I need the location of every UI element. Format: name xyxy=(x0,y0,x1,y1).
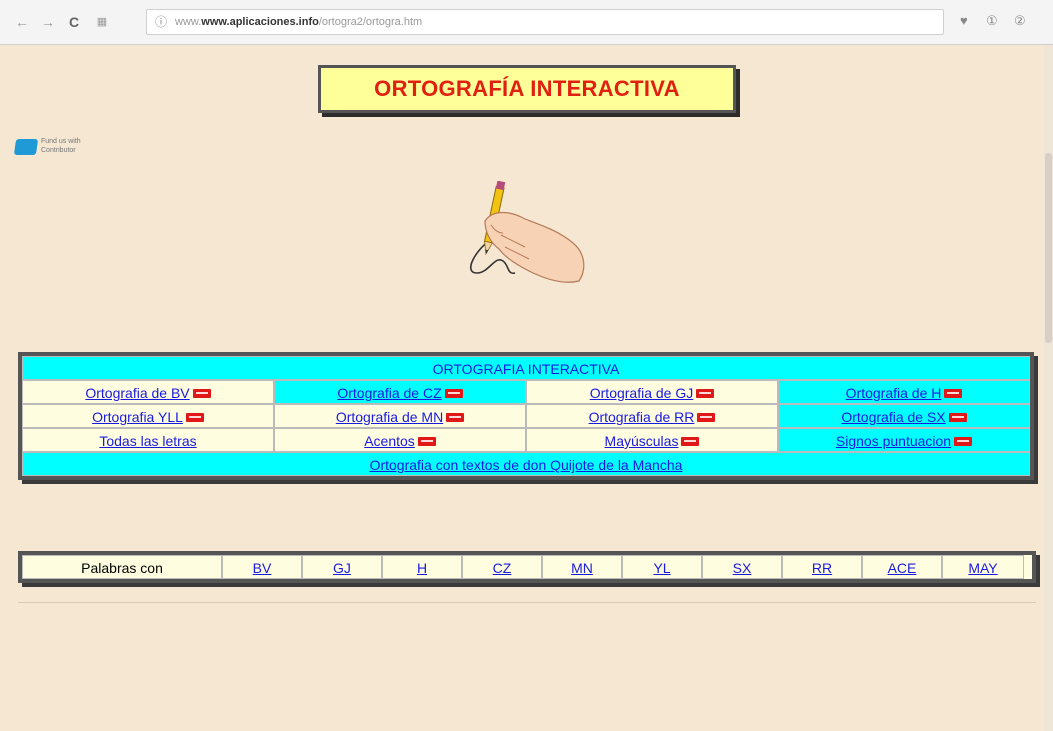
divider xyxy=(18,602,1036,603)
new-badge-icon xyxy=(192,388,211,398)
ortografia-table: ORTOGRAFIA INTERACTIVA Ortografia de BV … xyxy=(18,352,1034,480)
contributor-badge[interactable]: Fund us with Contributor xyxy=(13,133,107,161)
link-ortografia-bv[interactable]: Ortografia de BV xyxy=(85,385,189,401)
apps-icon[interactable]: ▦ xyxy=(94,14,110,30)
link-word-bv[interactable]: BV xyxy=(253,560,272,576)
table-header[interactable]: ORTOGRAFIA INTERACTIVA xyxy=(22,356,1030,380)
extension-icon[interactable]: ① xyxy=(986,13,998,29)
table-footer-row: Ortografia con textos de don Quijote de … xyxy=(22,452,1030,476)
cell-word-ace: ACE xyxy=(862,555,942,579)
new-badge-icon xyxy=(944,388,963,398)
cell-todas-letras: Todas las letras xyxy=(22,428,274,452)
link-word-yl[interactable]: YL xyxy=(653,560,670,576)
new-badge-icon xyxy=(948,412,967,422)
link-mayusculas[interactable]: Mayúsculas xyxy=(605,433,679,449)
cell-word-rr: RR xyxy=(782,555,862,579)
cell-ortografia-bv: Ortografia de BV xyxy=(22,380,274,404)
cell-word-mn: MN xyxy=(542,555,622,579)
cell-ortografia-yll: Ortografia YLL xyxy=(22,404,274,428)
menu-icon[interactable]: ② xyxy=(1014,13,1026,29)
link-word-ace[interactable]: ACE xyxy=(888,560,917,576)
cell-ortografia-cz: Ortografia de CZ xyxy=(274,380,526,404)
cell-mayusculas: Mayúsculas xyxy=(526,428,778,452)
link-acentos[interactable]: Acentos xyxy=(364,433,415,449)
site-info-icon[interactable]: ⓘ xyxy=(155,10,167,34)
new-badge-icon xyxy=(697,412,716,422)
cell-ortografia-sx: Ortografia de SX xyxy=(778,404,1030,428)
reload-icon[interactable]: C xyxy=(66,14,82,30)
url-text: www.www.aplicaciones.info/ortogra2/ortog… xyxy=(175,16,423,28)
address-bar[interactable]: ⓘ www.www.aplicaciones.info/ortogra2/ort… xyxy=(146,9,944,35)
contributor-badge-text: Fund us with Contributor xyxy=(41,138,81,154)
cell-ortografia-rr: Ortografia de RR xyxy=(526,404,778,428)
cell-word-bv: BV xyxy=(222,555,302,579)
link-ortografia-cz[interactable]: Ortografia de CZ xyxy=(337,385,441,401)
cell-ortografia-mn: Ortografia de MN xyxy=(274,404,526,428)
new-badge-icon xyxy=(446,412,465,422)
cell-acentos: Acentos xyxy=(274,428,526,452)
link-quijote[interactable]: Ortografia con textos de don Quijote de … xyxy=(370,457,683,473)
link-signos-puntuacion[interactable]: Signos puntuacion xyxy=(836,433,951,449)
cell-quijote: Ortografia con textos de don Quijote de … xyxy=(22,452,1030,476)
page-scrollbar[interactable] xyxy=(1044,45,1053,731)
contributor-logo-icon xyxy=(13,139,39,155)
page-content: ORTOGRAFÍA INTERACTIVA Fund us with Cont… xyxy=(0,45,1044,731)
browser-toolbar: ← → C ▦ ⓘ www.www.aplicaciones.info/orto… xyxy=(0,0,1053,45)
link-word-gj[interactable]: GJ xyxy=(333,560,351,576)
link-word-h[interactable]: H xyxy=(417,560,427,576)
new-badge-icon xyxy=(185,412,204,422)
new-badge-icon xyxy=(417,436,436,446)
link-ortografia-gj[interactable]: Ortografia de GJ xyxy=(590,385,694,401)
cell-ortografia-h: Ortografia de H xyxy=(778,380,1030,404)
table-row: Todas las letras Acentos Mayúsculas Sign… xyxy=(22,428,1030,452)
link-todas-letras[interactable]: Todas las letras xyxy=(99,433,196,449)
link-ortografia-sx[interactable]: Ortografia de SX xyxy=(841,409,945,425)
new-badge-icon xyxy=(681,436,700,446)
cell-signos-puntuacion: Signos puntuacion xyxy=(778,428,1030,452)
cell-ortografia-gj: Ortografia de GJ xyxy=(526,380,778,404)
link-word-cz[interactable]: CZ xyxy=(493,560,512,576)
link-ortografia-mn[interactable]: Ortografia de MN xyxy=(336,409,443,425)
new-badge-icon xyxy=(696,388,715,398)
palabras-label: Palabras con xyxy=(22,555,222,579)
link-ortografia-rr[interactable]: Ortografia de RR xyxy=(589,409,695,425)
page-title: ORTOGRAFÍA INTERACTIVA xyxy=(374,76,680,101)
palabras-table: Palabras con BV GJ H CZ MN YL SX RR ACE … xyxy=(18,551,1036,583)
new-badge-icon xyxy=(444,388,463,398)
page-title-box: ORTOGRAFÍA INTERACTIVA xyxy=(318,65,736,113)
cell-word-yl: YL xyxy=(622,555,702,579)
forward-icon[interactable]: → xyxy=(40,14,56,30)
cell-word-gj: GJ xyxy=(302,555,382,579)
link-ortografia-yll[interactable]: Ortografia YLL xyxy=(92,409,183,425)
link-word-rr[interactable]: RR xyxy=(812,560,832,576)
scrollbar-thumb[interactable] xyxy=(1045,153,1052,343)
writing-hand-illustration xyxy=(470,181,585,283)
link-word-may[interactable]: MAY xyxy=(968,560,997,576)
new-badge-icon xyxy=(954,436,973,446)
back-icon[interactable]: ← xyxy=(14,14,30,30)
table-header-row: ORTOGRAFIA INTERACTIVA xyxy=(22,356,1030,380)
link-word-sx[interactable]: SX xyxy=(733,560,752,576)
cell-word-cz: CZ xyxy=(462,555,542,579)
pocket-icon[interactable]: ♥ xyxy=(960,13,968,28)
table-row: Ortografia de BV Ortografia de CZ Ortogr… xyxy=(22,380,1030,404)
cell-word-h: H xyxy=(382,555,462,579)
cell-word-may: MAY xyxy=(942,555,1024,579)
link-ortografia-h[interactable]: Ortografia de H xyxy=(846,385,942,401)
cell-word-sx: SX xyxy=(702,555,782,579)
table-row: Ortografia YLL Ortografia de MN Ortograf… xyxy=(22,404,1030,428)
link-word-mn[interactable]: MN xyxy=(571,560,593,576)
